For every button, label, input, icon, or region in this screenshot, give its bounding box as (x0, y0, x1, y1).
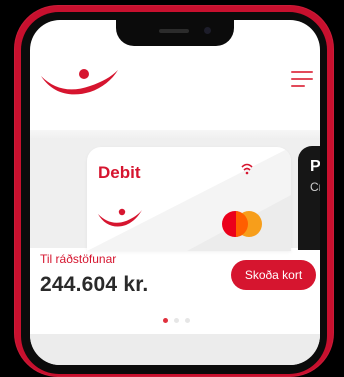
carousel-dot[interactable] (174, 318, 179, 323)
speaker-grille (159, 29, 189, 33)
phone-notch (116, 20, 234, 46)
hamburger-menu-icon[interactable] (291, 71, 313, 89)
next-card-title: Pr (310, 158, 320, 175)
carousel-dot[interactable] (185, 318, 190, 323)
card-logo-icon (98, 208, 142, 227)
next-card-subtitle: Cr (310, 180, 320, 194)
content-section (30, 334, 320, 365)
available-balance-value: 244.604 kr. (40, 273, 149, 296)
mastercard-icon (222, 211, 262, 237)
app-screen: Debit Pr Cr Til ráðstöfunar 244.604 kr. … (30, 20, 320, 365)
debit-card[interactable]: Debit (87, 147, 291, 251)
front-camera (204, 27, 211, 34)
contactless-icon (241, 163, 253, 175)
carousel-pagination (163, 318, 203, 324)
carousel-dot-active[interactable] (163, 318, 168, 323)
available-balance-label: Til ráðstöfunar (40, 252, 117, 266)
next-card-preview[interactable]: Pr Cr (298, 146, 320, 250)
view-card-button[interactable]: Skoða kort (231, 260, 316, 290)
brand-logo-icon (41, 69, 118, 95)
card-title: Debit (98, 163, 141, 182)
